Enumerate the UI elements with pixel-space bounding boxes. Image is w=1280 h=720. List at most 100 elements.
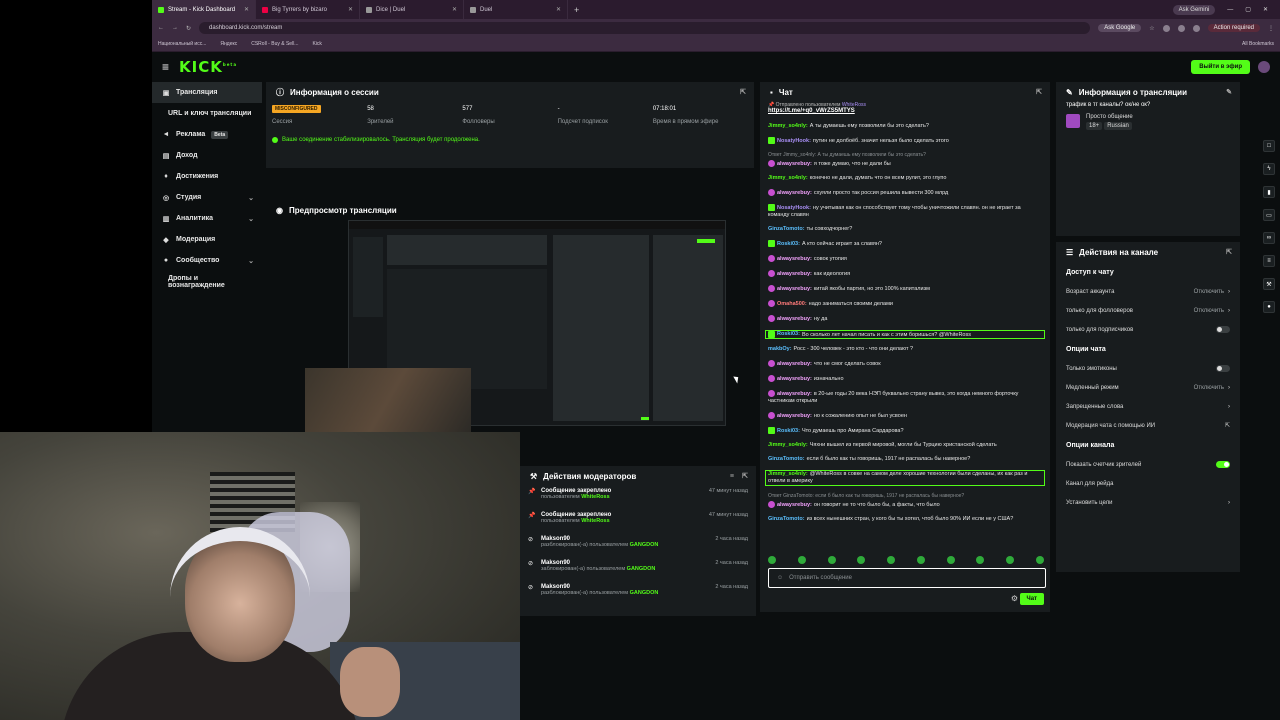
chat-message[interactable]: Jimmy_so4nly: @WhiteRoss в совке на самом… [765,470,1045,487]
lock-icon[interactable]: ▮ [1263,186,1275,198]
chat-message[interactable]: GinzaTomoto: если б было как ты говоришь,… [768,456,1042,463]
url-input[interactable]: dashboard.kick.com/stream [199,22,1091,34]
emote-icon[interactable] [797,556,806,564]
minimize-icon[interactable]: — [1227,7,1233,13]
chat-message[interactable]: alwaysrebuy: изначально [768,375,1042,383]
chat-username[interactable]: Roski03: [777,241,800,247]
moderator-name[interactable]: GANGDON [630,590,659,596]
chat-username[interactable]: alwaysrebuy: [777,256,812,262]
chat-username[interactable]: Roski03: [777,428,800,434]
chat-message[interactable]: NosatyHook: путин не долбоёб. значит нель… [768,137,1042,145]
close-icon[interactable]: ✕ [244,6,249,13]
chat-username[interactable]: Jimmy_so4nly: [768,175,808,181]
chat-username[interactable]: NosatyHook: [777,205,811,211]
channel-setting-row[interactable]: Медленный режим Отключить › [1062,378,1234,397]
moderator-name[interactable]: GANGDON [627,566,656,572]
extension-icon[interactable] [1162,24,1170,32]
maximize-icon[interactable]: ▢ [1245,6,1251,13]
browser-tab[interactable]: Stream - Kick Dashboard ✕ [152,0,256,19]
channel-setting-row[interactable]: только для фолловеров Отключить › [1062,301,1234,320]
chat-message[interactable]: alwaysrebuy: в 20-ые годы 20 века НЭП бук… [768,390,1042,405]
chat-username[interactable]: alwaysrebuy: [777,286,812,292]
emote-icon[interactable] [1006,556,1015,564]
chat-message[interactable]: alwaysrebuy: он говорит не то что было бы… [768,501,1042,509]
chat-message[interactable]: Jimmy_so4nly: Чяхни вышел из первой миров… [768,442,1042,449]
chat-username[interactable]: makbOy: [768,346,792,352]
toggle-switch[interactable] [1216,461,1230,468]
chat-username[interactable]: GinzaTomoto: [768,456,805,462]
reload-icon[interactable]: ↻ [186,25,191,32]
sidebar-item-broadcast[interactable]: ▣ Трансляция [152,82,262,103]
chat-username[interactable]: GinzaTomoto: [768,516,805,522]
emote-icon[interactable] [768,556,776,564]
ask-gemini-button[interactable]: Ask Gemini [1172,4,1216,15]
users-icon[interactable]: ● [1263,301,1275,313]
chat-message[interactable]: Roski03: Что думаешь про Амирана Сардаров… [768,427,1042,435]
chat-message[interactable]: alwaysrebuy: что не смог сделать совок [768,360,1042,368]
chat-username[interactable]: alwaysrebuy: [777,391,812,397]
channel-setting-row[interactable]: Только эмотиконы [1062,359,1234,378]
chat-message[interactable]: GinzaTomoto: ты совходчорнег? [768,226,1042,233]
chat-username[interactable]: GinzaTomoto: [768,226,805,232]
hamburger-icon[interactable]: ≡ [162,60,169,74]
channel-setting-row[interactable]: Модерация чата с помощью ИИ ⇱ [1062,416,1234,435]
close-icon[interactable]: ✕ [556,6,561,13]
popout-icon[interactable]: ⇱ [1036,88,1042,96]
chat-message[interactable]: Roski03: А кто сейчас играет за славян? [768,239,1042,248]
list-icon[interactable]: ≡ [1263,255,1275,267]
popout-icon[interactable]: ⇱ [740,88,746,96]
popout-icon[interactable]: ⇱ [742,472,748,480]
chat-bubble-icon[interactable]: ▭ [1263,209,1275,221]
chat-reply-context[interactable]: Ответ GinzaTomoto: если б было как ты го… [768,493,1042,500]
sidebar-item-income[interactable]: ▤ Доход [152,145,262,166]
mod-action-row[interactable]: ⊘ Makson90 разблокирован(-а) пользователем… [520,582,756,606]
chat-message[interactable]: Jimmy_so4nly: А ты думаешь ему позволили … [768,123,1042,130]
bookmark[interactable]: Kick [312,41,321,47]
bookmark[interactable]: Национальный исс... [158,41,206,47]
toggle-switch[interactable] [1216,326,1230,333]
channel-setting-row[interactable]: Возраст аккаунта Отключить › [1062,282,1234,301]
chat-message[interactable]: alwaysrebuy: совок утопия [768,254,1042,263]
ask-google-button[interactable]: Ask Google [1098,24,1142,32]
chat-username[interactable]: alwaysrebuy: [777,316,812,322]
emote-icon[interactable] [1035,556,1044,564]
edit-icon[interactable]: ✎ [1226,88,1232,96]
emote-icon[interactable] [976,556,985,564]
mod-action-row[interactable]: 📌 Сообщение закреплено пользователем White… [520,486,756,510]
moderator-name[interactable]: WhiteRoss [581,518,609,524]
back-icon[interactable]: ← [158,25,164,31]
bookmark[interactable]: CSRoll - Buy & Sell... [251,41,298,47]
chat-message[interactable]: NosatyHook: ну учитывая как он способству… [768,203,1042,219]
channel-setting-row[interactable]: только для подписчиков [1062,320,1234,339]
chat-input[interactable]: ☺ Отправить сообщение [768,568,1046,588]
sidebar-item-analytics[interactable]: ▥ Аналитика ⌄ [152,208,262,229]
chat-message[interactable]: alwaysrebuy: ну да [768,314,1042,323]
chat-username[interactable]: alwaysrebuy: [777,190,812,196]
chat-message[interactable]: alwaysrebuy: схуяли просто так россия реш… [768,188,1042,197]
mod-action-row[interactable]: 📌 Сообщение закреплено пользователем White… [520,510,756,534]
mod-action-row[interactable]: ⊘ Makson90 заблокирован(-а) пользователем … [520,558,756,582]
close-window-icon[interactable]: ✕ [1263,6,1268,13]
extension-icon[interactable] [1177,24,1185,32]
chat-message[interactable]: Omaha500: надо заниматься своими делами [768,299,1042,308]
pinned-message[interactable]: 📌 Отправлено пользователем WhiteRoss htt… [768,102,1042,114]
sidebar-item-url-key[interactable]: URL и ключ трансляции [152,103,262,124]
go-live-button[interactable]: Выйти в эфир [1191,60,1250,74]
chat-username[interactable]: alwaysrebuy: [777,413,812,419]
forward-icon[interactable]: → [172,25,178,31]
browser-tab[interactable]: Big Tyrrers by bizaro ✕ [256,0,360,19]
emote-icon[interactable] [887,556,896,564]
chat-username[interactable]: alwaysrebuy: [777,376,812,382]
close-icon[interactable]: ✕ [348,6,353,13]
chat-username[interactable]: alwaysrebuy: [777,502,812,508]
chat-message[interactable]: alwaysrebuy: я тоже думаю, что не дали бы [768,159,1042,168]
chat-username[interactable]: alwaysrebuy: [777,361,812,367]
chat-username[interactable]: Jimmy_so4nly: [768,471,808,477]
kick-logo[interactable]: KICKbeta [179,58,237,76]
chat-username[interactable]: Roski03: [777,331,800,337]
mod-action-row[interactable]: ⊘ Makson90 разблокирован(-а) пользователем… [520,534,756,558]
chat-username[interactable]: NosatyHook: [777,138,811,144]
channel-setting-row[interactable]: Установить цели › [1062,493,1234,512]
all-bookmarks[interactable]: All Bookmarks [1242,41,1274,47]
star-icon[interactable]: ☆ [1149,25,1154,32]
